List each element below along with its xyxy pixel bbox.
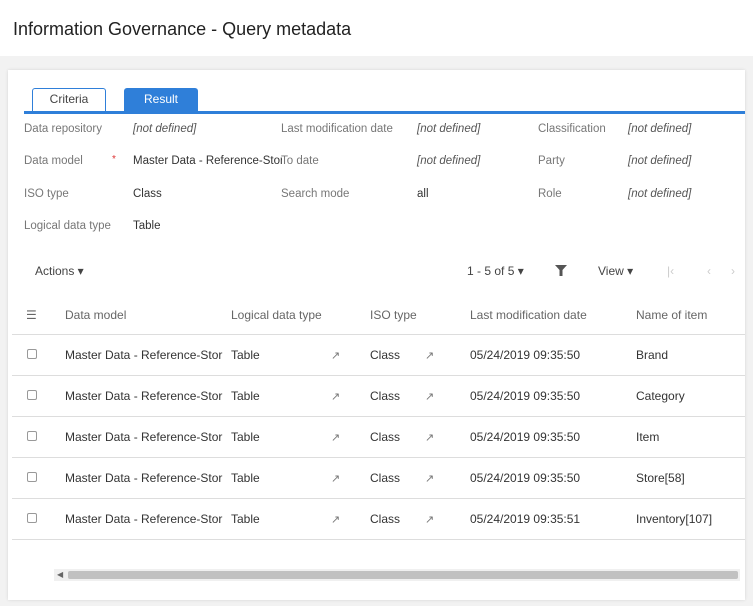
cell-logical-data-type: Table ↗ <box>231 416 370 458</box>
cell-name-of-item: Brand <box>636 334 745 376</box>
column-header-data-model[interactable]: Data model <box>65 297 231 335</box>
external-link-icon[interactable]: ↗ <box>425 391 434 403</box>
iso-type-text: Class <box>370 388 401 403</box>
page-title: Information Governance - Query metadata <box>13 19 352 39</box>
scroll-left-icon[interactable]: ◀ <box>57 569 63 581</box>
view-menu[interactable]: View ▾ <box>598 264 633 278</box>
logical-type-text: Table <box>231 470 260 485</box>
row-checkbox[interactable] <box>27 389 37 400</box>
iso-type-text: Class <box>370 347 401 362</box>
cell-data-model: Master Data - Reference-Stor <box>65 375 231 417</box>
label-data-model: Data model <box>24 155 83 167</box>
cell-name-of-item: Store[58] <box>636 457 745 499</box>
tab-underline <box>24 111 745 114</box>
column-header-logical-data-type[interactable]: Logical data type <box>231 297 370 335</box>
cell-last-modification-date: 05/24/2019 09:35:50 <box>470 334 636 376</box>
external-link-icon[interactable]: ↗ <box>425 473 434 485</box>
value-search-mode: all <box>417 188 429 200</box>
table-row[interactable]: Master Data - Reference-Stor Table ↗ Clas… <box>12 375 745 417</box>
logical-type-text: Table <box>231 388 260 403</box>
column-header-name-of-item[interactable]: Name of item <box>636 297 745 335</box>
column-header-iso-type[interactable]: ISO type <box>370 297 470 335</box>
table-row[interactable]: Master Data - Reference-Stor Table ↗ Clas… <box>12 416 745 458</box>
required-marker: * <box>112 154 116 165</box>
table-row[interactable]: Master Data - Reference-Stor Table ↗ Clas… <box>12 457 745 499</box>
iso-type-text: Class <box>370 470 401 485</box>
value-iso-type: Class <box>133 188 162 200</box>
label-search-mode: Search mode <box>281 188 350 200</box>
cell-last-modification-date: 05/24/2019 09:35:50 <box>470 416 636 458</box>
row-checkbox[interactable] <box>27 430 37 441</box>
value-data-repository: [not defined] <box>133 123 197 135</box>
external-link-icon[interactable]: ↗ <box>331 432 340 444</box>
query-panel: Criteria Result Data repository [not def… <box>8 70 745 600</box>
prev-page-button[interactable]: ‹ <box>707 264 711 278</box>
label-party: Party <box>538 155 565 167</box>
label-iso-type: ISO type <box>24 188 69 200</box>
cell-iso-type: Class ↗ <box>370 375 470 417</box>
logical-type-text: Table <box>231 347 260 362</box>
iso-type-text: Class <box>370 511 401 526</box>
tab-result[interactable]: Result <box>124 88 198 111</box>
cell-name-of-item: Inventory[107] <box>636 498 745 540</box>
cell-data-model: Master Data - Reference-Stor <box>65 334 231 376</box>
logical-type-text: Table <box>231 511 260 526</box>
cell-iso-type: Class ↗ <box>370 334 470 376</box>
row-checkbox[interactable] <box>27 471 37 482</box>
tab-criteria[interactable]: Criteria <box>32 88 106 111</box>
row-checkbox[interactable] <box>27 512 37 523</box>
horizontal-scrollbar[interactable]: ◀ <box>54 569 740 581</box>
row-checkbox[interactable] <box>27 348 37 359</box>
filter-icon[interactable] <box>555 265 567 279</box>
table-row[interactable]: Master Data - Reference-Stor Table ↗ Clas… <box>12 498 745 540</box>
cell-last-modification-date: 05/24/2019 09:35:50 <box>470 457 636 499</box>
external-link-icon[interactable]: ↗ <box>331 350 340 362</box>
cell-name-of-item: Item <box>636 416 745 458</box>
results-table: ☰ Data model Logical data type ISO type … <box>12 297 745 540</box>
label-logical-data-type: Logical data type <box>24 220 111 232</box>
cell-last-modification-date: 05/24/2019 09:35:50 <box>470 375 636 417</box>
actions-menu[interactable]: Actions ▾ <box>35 264 84 278</box>
external-link-icon[interactable]: ↗ <box>331 514 340 526</box>
cell-iso-type: Class ↗ <box>370 457 470 499</box>
logical-type-text: Table <box>231 429 260 444</box>
cell-last-modification-date: 05/24/2019 09:35:51 <box>470 498 636 540</box>
cell-logical-data-type: Table ↗ <box>231 457 370 499</box>
next-page-button[interactable]: › <box>731 264 735 278</box>
value-role: [not defined] <box>628 188 692 200</box>
value-data-model: Master Data - Reference-Stor <box>133 155 282 167</box>
header: Information Governance - Query metadata <box>0 0 753 56</box>
external-link-icon[interactable]: ↗ <box>331 391 340 403</box>
cell-data-model: Master Data - Reference-Stor <box>65 498 231 540</box>
scrollbar-thumb[interactable] <box>68 571 738 579</box>
label-role: Role <box>538 188 562 200</box>
cell-logical-data-type: Table ↗ <box>231 498 370 540</box>
table-row[interactable]: Master Data - Reference-Stor Table ↗ Clas… <box>12 334 745 376</box>
cell-logical-data-type: Table ↗ <box>231 375 370 417</box>
cell-data-model: Master Data - Reference-Stor <box>65 416 231 458</box>
cell-data-model: Master Data - Reference-Stor <box>65 457 231 499</box>
cell-iso-type: Class ↗ <box>370 416 470 458</box>
label-data-repository: Data repository <box>24 123 102 135</box>
cell-iso-type: Class ↗ <box>370 498 470 540</box>
external-link-icon[interactable]: ↗ <box>425 514 434 526</box>
external-link-icon[interactable]: ↗ <box>425 432 434 444</box>
column-menu-icon[interactable]: ☰ <box>12 297 65 335</box>
value-last-mod-date: [not defined] <box>417 123 481 135</box>
cell-name-of-item: Category <box>636 375 745 417</box>
cell-logical-data-type: Table ↗ <box>231 334 370 376</box>
first-page-button[interactable]: |‹ <box>667 264 674 278</box>
value-party: [not defined] <box>628 155 692 167</box>
pagination-dropdown[interactable]: 1 - 5 of 5 ▾ <box>467 264 524 278</box>
external-link-icon[interactable]: ↗ <box>425 350 434 362</box>
value-logical-data-type: Table <box>133 220 161 232</box>
value-to-date: [not defined] <box>417 155 481 167</box>
iso-type-text: Class <box>370 429 401 444</box>
label-last-mod-date: Last modification date <box>281 123 393 135</box>
label-classification: Classification <box>538 123 606 135</box>
external-link-icon[interactable]: ↗ <box>331 473 340 485</box>
value-classification: [not defined] <box>628 123 692 135</box>
label-to-date: To date <box>281 155 319 167</box>
column-header-last-modification-date[interactable]: Last modification date <box>470 297 636 335</box>
